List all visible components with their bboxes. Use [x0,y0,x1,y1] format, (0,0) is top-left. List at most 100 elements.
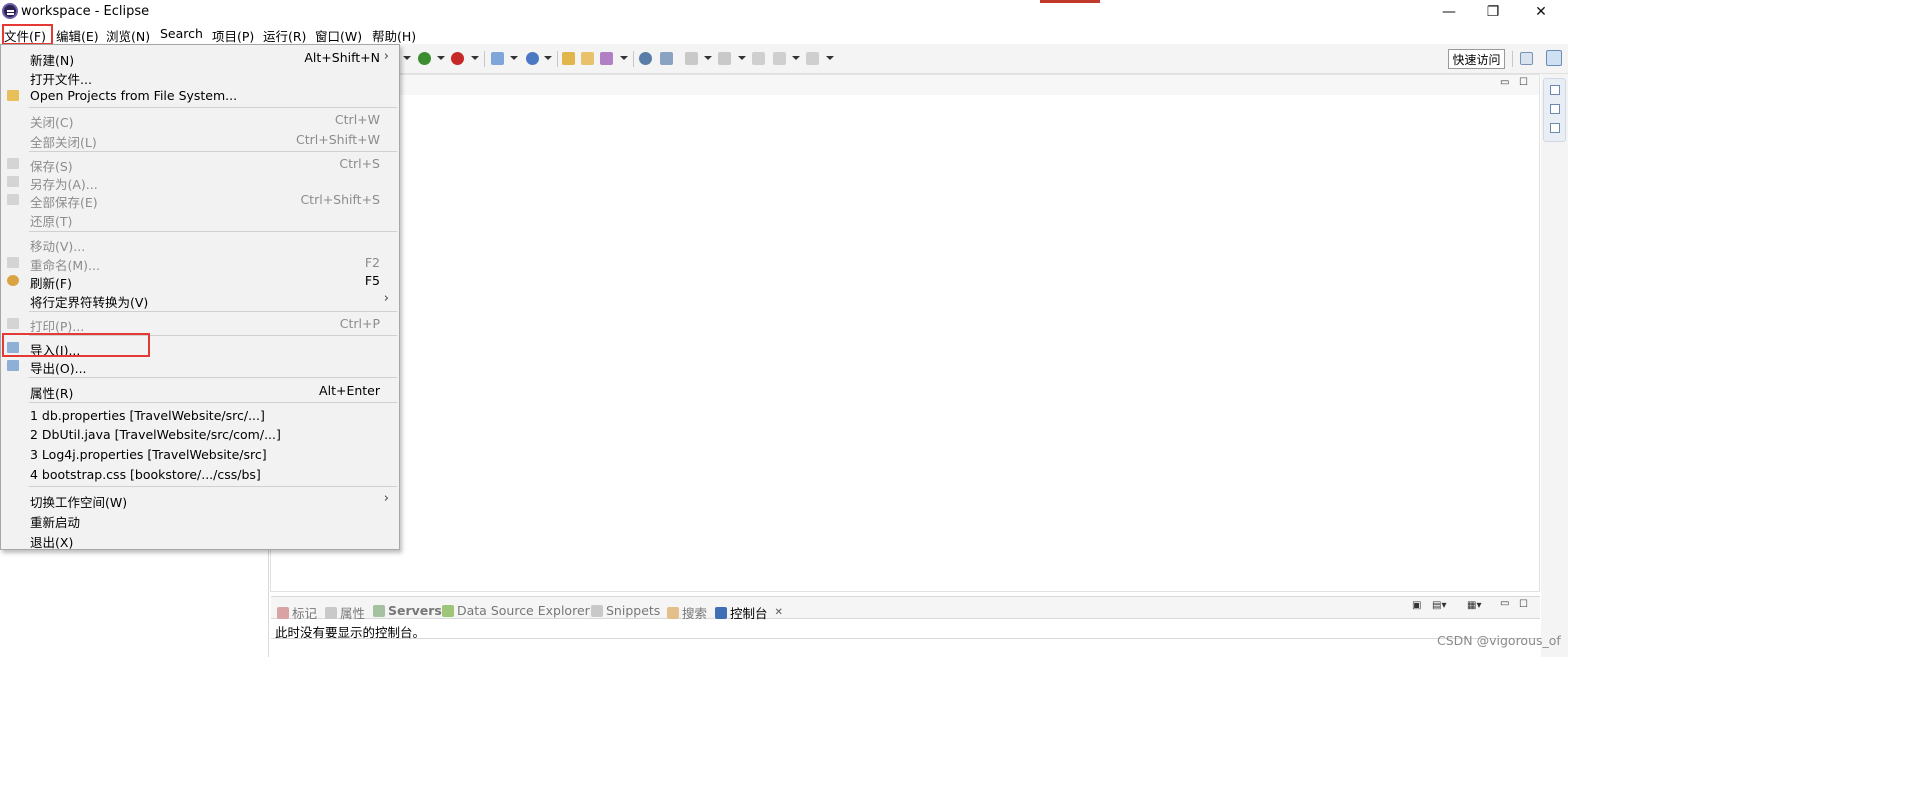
recent-file-item[interactable]: 4 bootstrap.css [bookstore/.../css/bs] [1,465,399,484]
menu-item-exit[interactable]: 退出(X) [1,530,399,550]
recent-file-item[interactable]: 3 Log4j.properties [TravelWebsite/src] [1,445,399,464]
display-console-icon[interactable]: ▣ [1412,600,1421,611]
dropdown-arrow-icon[interactable] [792,56,800,60]
menu-item-label: 1 db.properties [TravelWebsite/src/...] [30,408,265,423]
menu-item-save-as[interactable]: 另存为(A)... [1,172,399,192]
run-icon[interactable] [451,52,464,65]
menu-search[interactable]: Search [160,26,203,41]
menu-edit[interactable]: 编辑(E) [56,26,99,45]
tab-search[interactable]: 搜索 [667,603,707,622]
menu-item-shortcut: F5 [364,273,380,288]
menu-item-shortcut: Ctrl+S [339,156,380,171]
restore-button[interactable]: ❐ [1470,0,1516,24]
menu-item-revert[interactable]: 还原(T) [1,209,399,229]
open-perspective-icon[interactable] [1520,52,1533,65]
menu-item-shortcut: Ctrl+P [339,316,380,331]
dropdown-arrow-icon[interactable] [544,56,552,60]
dropdown-arrow-icon[interactable] [620,56,628,60]
menu-item-close[interactable]: 关闭(C) Ctrl+W [1,110,399,130]
menu-project[interactable]: 项目(P) [212,26,254,45]
forward-icon[interactable] [806,52,819,65]
menu-item-properties[interactable]: 属性(R) Alt+Enter [1,381,399,401]
menu-item-save-all[interactable]: 全部保存(E) Ctrl+Shift+S [1,190,399,210]
open-task-icon[interactable] [581,52,594,65]
export-icon [7,360,19,371]
last-edit-location-icon[interactable] [752,52,765,65]
save-icon [7,158,19,169]
menu-navigate[interactable]: 浏览(N) [106,26,150,45]
editor-header [271,75,1539,95]
servers-icon [373,604,385,617]
markers-icon [277,606,289,619]
previous-annotation-icon[interactable] [718,52,731,65]
minimize-editor-icon[interactable]: ▭ [1500,77,1509,88]
quick-access-field[interactable]: 快速访问 [1448,49,1505,69]
minimize-panel-icon[interactable]: ▭ [1500,598,1509,609]
menu-item-refresh[interactable]: 刷新(F) F5 [1,271,399,291]
title-bar: workspace - Eclipse — ❐ ✕ [0,0,1568,24]
submenu-arrow-icon: › [383,49,389,64]
next-annotation-icon[interactable] [685,52,698,65]
menu-item-new[interactable]: 新建(N) Alt+Shift+N › [1,48,399,68]
menu-item-shortcut: Ctrl+Shift+S [300,192,380,207]
open-type-icon[interactable] [562,52,575,65]
menu-item-label: Open Projects from File System... [30,88,238,103]
tab-label: Servers [388,603,442,618]
menu-item-open-projects[interactable]: Open Projects from File System... [1,86,399,105]
java-ee-perspective-icon[interactable] [1546,50,1562,66]
menu-item-convert-line-delimiters[interactable]: 将行定界符转换为(V) › [1,290,399,310]
menu-item-print[interactable]: 打印(P)... Ctrl+P [1,314,399,334]
menu-item-restart[interactable]: 重新启动 [1,510,399,530]
close-tab-icon[interactable]: ✕ [775,607,783,618]
menu-item-open-file[interactable]: 打开文件... [1,67,399,87]
menu-item-close-all[interactable]: 全部关闭(L) Ctrl+Shift+W [1,130,399,150]
dropdown-arrow-icon[interactable] [826,56,834,60]
globe-icon[interactable] [639,52,652,65]
tab-data-source-explorer[interactable]: Data Source Explorer [442,603,590,618]
menu-window[interactable]: 窗口(W) [315,26,362,45]
menu-item-rename[interactable]: 重命名(M)... F2 [1,253,399,273]
outline-icon[interactable] [1550,104,1560,114]
new-server-icon[interactable] [491,52,504,65]
close-window-button[interactable]: ✕ [1518,0,1564,24]
search-tool-icon[interactable] [600,52,613,65]
pin-console-icon[interactable]: ▤▾ [1432,600,1446,611]
tab-snippets[interactable]: Snippets [591,603,660,618]
dropdown-arrow-icon[interactable] [403,56,411,60]
debug-icon[interactable] [418,52,431,65]
dropdown-arrow-icon[interactable] [704,56,712,60]
menu-help[interactable]: 帮助(H) [372,26,416,45]
recent-file-item[interactable]: 1 db.properties [TravelWebsite/src/...] [1,406,399,425]
maximize-panel-icon[interactable]: ☐ [1519,599,1528,610]
menu-item-move[interactable]: 移动(V)... [1,234,399,254]
toolbar-separator [1512,51,1513,67]
menu-item-label: 4 bootstrap.css [bookstore/.../css/bs] [30,467,261,482]
restore-view-icon[interactable] [1550,85,1560,95]
menu-item-switch-workspace[interactable]: 切换工作空间(W) › [1,490,399,510]
menu-item-export[interactable]: 导出(O)... [1,356,399,376]
menu-separator [29,107,397,108]
dropdown-arrow-icon[interactable] [510,56,518,60]
menu-item-label: 导出(O)... [30,361,87,376]
pin-editor-icon[interactable] [660,52,673,65]
dropdown-arrow-icon[interactable] [738,56,746,60]
tab-markers[interactable]: 标记 [277,603,317,622]
task-list-icon[interactable] [1550,123,1560,133]
dropdown-arrow-icon[interactable] [471,56,479,60]
menu-separator [29,151,397,152]
maximize-editor-icon[interactable]: ☐ [1519,77,1528,88]
open-console-icon[interactable]: ▦▾ [1467,600,1481,611]
tab-console[interactable]: 控制台 ✕ [715,603,783,622]
toolbar-separator [633,51,634,67]
menu-run[interactable]: 运行(R) [263,26,306,45]
menu-item-label: 2 DbUtil.java [TravelWebsite/src/com/...… [30,427,281,442]
back-icon[interactable] [773,52,786,65]
menu-item-save[interactable]: 保存(S) Ctrl+S [1,154,399,174]
tab-properties[interactable]: 属性 [325,603,365,622]
new-class-icon[interactable] [526,52,539,65]
minimize-button[interactable]: — [1426,0,1472,24]
menu-item-shortcut: F2 [364,255,380,270]
recent-file-item[interactable]: 2 DbUtil.java [TravelWebsite/src/com/...… [1,425,399,444]
dropdown-arrow-icon[interactable] [437,56,445,60]
tab-servers[interactable]: Servers [373,603,442,618]
